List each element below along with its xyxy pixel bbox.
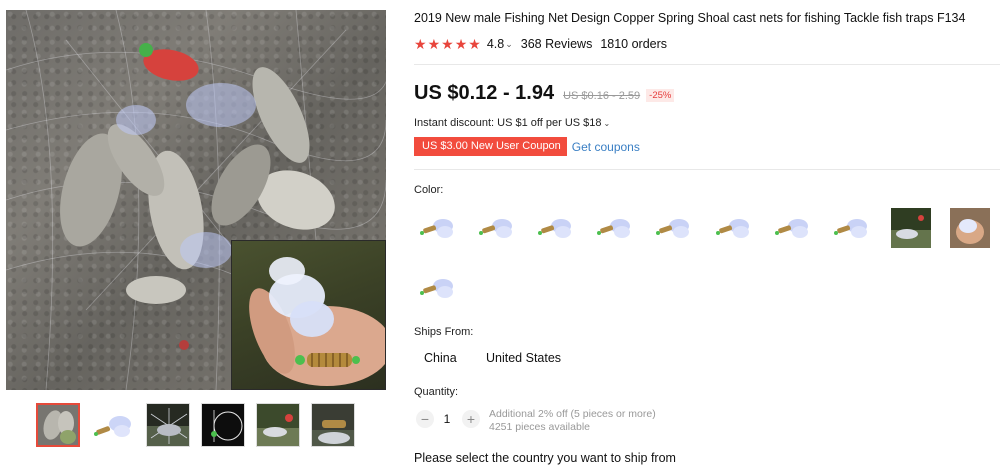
thumbnail-6[interactable] (311, 403, 355, 447)
chevron-down-icon[interactable]: ⌄ (505, 39, 513, 50)
star-icon: ★ (414, 36, 427, 52)
price-row: US $0.12 - 1.94 US $0.16 - 2.59 -25% (414, 82, 675, 105)
quantity-increase-button[interactable]: + (462, 410, 480, 428)
quantity-label: Quantity: (414, 386, 459, 398)
color-swatch-2[interactable] (476, 208, 516, 248)
rating-row: ★ ★ ★ ★ ★ 4.8 ⌄ 368 Reviews 1810 orders (414, 36, 667, 52)
thumbnail-1[interactable] (36, 403, 80, 447)
instant-discount-text: Instant discount: US $1 off per US $18 (414, 117, 602, 129)
thumbnail-3[interactable] (146, 403, 190, 447)
rating-stars: ★ ★ ★ ★ ★ (414, 37, 481, 51)
reviews-link[interactable]: 368 Reviews (521, 37, 593, 51)
divider (414, 64, 1000, 65)
rating-value[interactable]: 4.8 (487, 37, 504, 51)
main-product-image[interactable] (6, 10, 386, 390)
discount-badge: -25% (646, 89, 675, 102)
thumbnail-2[interactable] (91, 403, 135, 447)
chevron-down-icon: ⌄ (603, 119, 611, 128)
color-swatch-10[interactable] (950, 208, 990, 248)
instant-discount[interactable]: Instant discount: US $1 off per US $18 ⌄ (414, 117, 610, 129)
bulk-discount-note: Additional 2% off (5 pieces or more) (489, 408, 656, 420)
star-icon: ★ (468, 36, 481, 52)
color-swatch-1[interactable] (417, 208, 457, 248)
color-swatch-9[interactable] (891, 208, 931, 248)
thumbnail-4[interactable] (201, 403, 245, 447)
color-swatch-8[interactable] (831, 208, 871, 248)
orders-count: 1810 orders (600, 37, 668, 51)
thumbnail-5[interactable] (256, 403, 300, 447)
star-icon: ★ (441, 36, 454, 52)
quantity-value[interactable]: 1 (442, 412, 452, 426)
color-swatch-7[interactable] (772, 208, 812, 248)
color-swatch-11[interactable] (417, 268, 457, 308)
color-label: Color: (414, 184, 444, 196)
product-title: 2019 New male Fishing Net Design Copper … (414, 11, 966, 25)
ship-country-prompt: Please select the country you want to sh… (414, 451, 676, 465)
divider (414, 169, 1000, 170)
original-price: US $0.16 - 2.59 (563, 90, 641, 102)
current-price: US $0.12 - 1.94 (414, 82, 555, 104)
ships-from-label: Ships From: (414, 326, 474, 338)
color-swatch-3[interactable] (535, 208, 575, 248)
new-user-coupon[interactable]: US $3.00 New User Coupon (414, 137, 567, 156)
ship-option-united-states[interactable]: United States (486, 351, 561, 365)
color-swatch-5[interactable] (653, 208, 693, 248)
color-swatch-4[interactable] (594, 208, 634, 248)
ship-option-china[interactable]: China (424, 351, 457, 365)
pieces-available: 4251 pieces available (489, 421, 590, 433)
star-icon: ★ (454, 36, 468, 52)
get-coupons-link[interactable]: Get coupons (572, 140, 640, 154)
coupon-row: US $3.00 New User Coupon Get coupons (414, 137, 640, 156)
color-swatch-6[interactable] (713, 208, 753, 248)
quantity-decrease-button[interactable]: − (416, 410, 434, 428)
star-icon: ★ (427, 36, 441, 52)
inset-hand-photo (231, 240, 386, 390)
